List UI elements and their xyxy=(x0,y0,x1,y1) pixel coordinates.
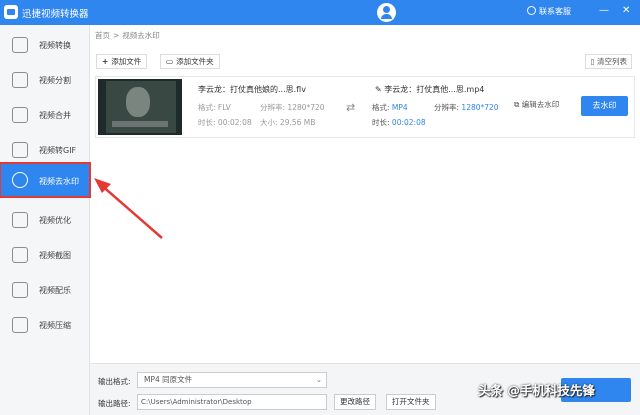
output-resolution: 分辨率: 1280*720 xyxy=(434,103,499,112)
plus-icon: + xyxy=(102,57,109,66)
breadcrumb-home[interactable]: 首页 xyxy=(95,31,110,40)
file-row: 李云龙：打仗真他娘的...思.flv 格式: FLV 分辨率: 1280*720… xyxy=(95,76,635,138)
sidebar-item-label: 视频转换 xyxy=(39,41,71,50)
music-icon xyxy=(12,282,28,298)
optimize-icon xyxy=(12,212,28,228)
screenshot-icon xyxy=(12,247,28,263)
folder-icon: ▭ xyxy=(166,57,174,66)
output-duration: 时长: 00:02:08 xyxy=(372,118,426,127)
support-label: 联系客服 xyxy=(539,7,571,16)
source-format: 格式: FLV xyxy=(198,103,231,112)
title-bar: 迅捷视频转换器 联系客服 — ✕ xyxy=(0,0,640,25)
source-file-name: 李云龙：打仗真他娘的...思.flv xyxy=(198,85,306,94)
sidebar-item-screenshot[interactable]: 视频截图 xyxy=(0,237,90,272)
pencil-icon: ✎ xyxy=(375,85,385,94)
output-format-select[interactable]: MP4 同原文件 ⌄ xyxy=(137,372,327,388)
open-folder-button[interactable]: 打开文件夹 xyxy=(386,394,436,410)
change-path-button[interactable]: 更改路径 xyxy=(334,394,376,410)
split-icon xyxy=(12,72,28,88)
sidebar-item-label: 视频配乐 xyxy=(39,286,71,295)
output-file-name[interactable]: ✎ 李云龙：打仗真他...思.mp4 xyxy=(375,84,484,95)
source-watermark: 头条 @手机科技先锋 xyxy=(478,383,595,398)
sidebar-item-watermark-remove[interactable]: 视频去水印 xyxy=(0,162,91,198)
source-resolution: 分辨率: 1280*720 xyxy=(260,103,325,112)
user-avatar-icon[interactable] xyxy=(377,3,396,22)
minimize-button[interactable]: — xyxy=(599,5,609,17)
breadcrumb: 首页 > 视频去水印 xyxy=(95,30,160,41)
sidebar-item-label: 视频合并 xyxy=(39,111,71,120)
output-path-field[interactable]: C:\Users\Administrator\Desktop xyxy=(137,394,327,410)
add-folder-label: 添加文件夹 xyxy=(176,57,214,66)
sidebar-item-label: 视频分割 xyxy=(39,76,71,85)
app-title: 迅捷视频转换器 xyxy=(22,9,89,20)
sidebar-item-label: 视频优化 xyxy=(39,216,71,225)
clear-list-label: 清空列表 xyxy=(597,57,627,66)
sidebar-item-music[interactable]: 视频配乐 xyxy=(0,272,90,307)
remove-watermark-button[interactable]: 去水印 xyxy=(581,96,628,116)
breadcrumb-current: 视频去水印 xyxy=(122,31,160,40)
sidebar-item-label: 视频截图 xyxy=(39,251,71,260)
output-format: 格式: MP4 xyxy=(372,103,408,112)
shuffle-icon: ⇄ xyxy=(346,101,356,114)
output-format-label: 输出格式: xyxy=(98,377,131,386)
edit-icon: ⧉ xyxy=(514,100,522,109)
app-logo-icon xyxy=(4,5,18,19)
sidebar-item-optimize[interactable]: 视频优化 xyxy=(0,202,90,237)
source-size: 大小: 29.56 MB xyxy=(260,118,316,127)
gif-icon xyxy=(12,142,28,158)
output-path-label: 输出路径: xyxy=(98,399,131,408)
close-button[interactable]: ✕ xyxy=(622,5,630,17)
sidebar: 视频转换 视频分割 视频合并 视频转GIF 视频去水印 视频优化 视频截图 视频… xyxy=(0,25,91,415)
add-file-button[interactable]: + 添加文件 xyxy=(96,54,148,69)
sidebar-item-merge[interactable]: 视频合并 xyxy=(0,97,90,132)
video-thumbnail xyxy=(98,79,182,135)
sidebar-item-split[interactable]: 视频分割 xyxy=(0,62,90,97)
sidebar-item-label: 视频转GIF xyxy=(39,146,77,155)
chevron-down-icon: ⌄ xyxy=(315,375,322,384)
toolbar: + 添加文件 ▭ 添加文件夹 ▯ 清空列表 xyxy=(90,50,640,72)
output-format-value: MP4 同原文件 xyxy=(144,375,193,384)
source-duration: 时长: 00:02:08 xyxy=(198,118,252,127)
edit-watermark-button[interactable]: ⧉ 编辑去水印 xyxy=(514,99,559,110)
sidebar-item-label: 视频压缩 xyxy=(39,321,71,330)
merge-icon xyxy=(12,107,28,123)
convert-icon xyxy=(12,37,28,53)
sidebar-item-convert[interactable]: 视频转换 xyxy=(0,27,90,62)
chat-icon xyxy=(527,6,536,15)
add-file-label: 添加文件 xyxy=(111,57,142,66)
add-folder-button[interactable]: ▭ 添加文件夹 xyxy=(160,54,220,69)
sidebar-item-compress[interactable]: 视频压缩 xyxy=(0,307,90,342)
compress-icon xyxy=(12,317,28,333)
clear-list-button[interactable]: ▯ 清空列表 xyxy=(585,54,632,69)
breadcrumb-separator: > xyxy=(113,31,120,40)
contact-support-button[interactable]: 联系客服 xyxy=(527,6,571,17)
sidebar-item-gif[interactable]: 视频转GIF xyxy=(0,132,90,167)
sidebar-item-label: 视频去水印 xyxy=(39,177,79,186)
watermark-remove-icon xyxy=(12,172,28,188)
